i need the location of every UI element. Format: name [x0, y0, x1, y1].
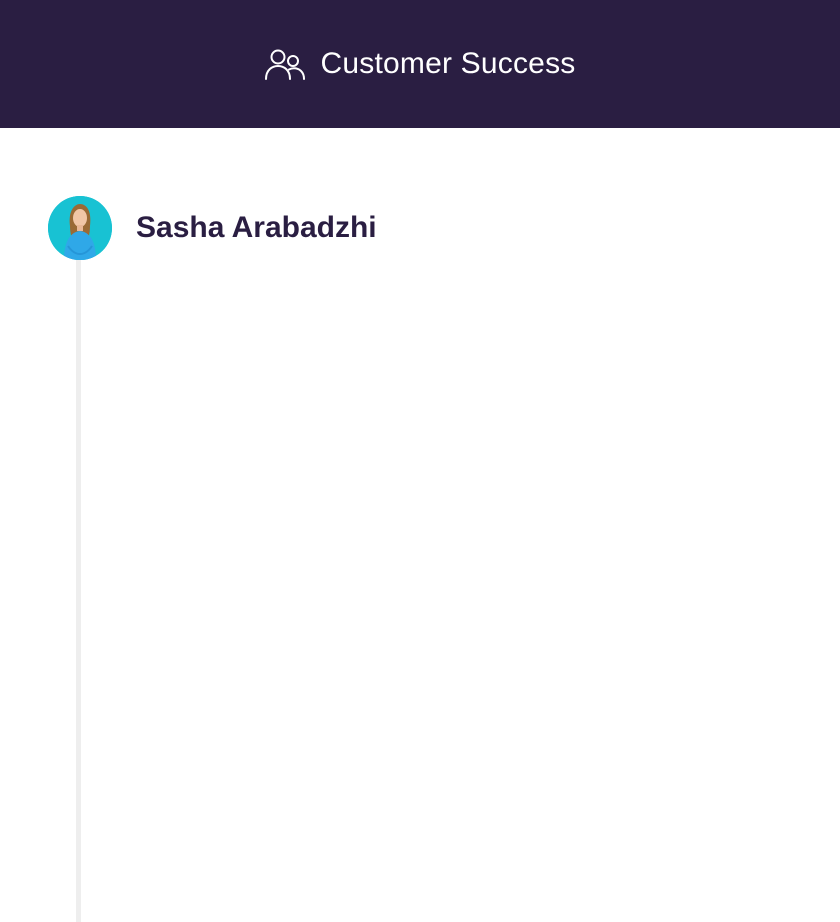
- users-icon: [264, 48, 305, 80]
- avatar[interactable]: [48, 196, 112, 260]
- timeline-person[interactable]: Sasha Arabadzhi: [48, 196, 377, 260]
- person-name[interactable]: Sasha Arabadzhi: [136, 211, 377, 245]
- team-header: Customer Success: [0, 0, 840, 128]
- team-header-content: Customer Success: [264, 47, 576, 81]
- timeline-line: [76, 260, 81, 922]
- team-title: Customer Success: [320, 47, 576, 80]
